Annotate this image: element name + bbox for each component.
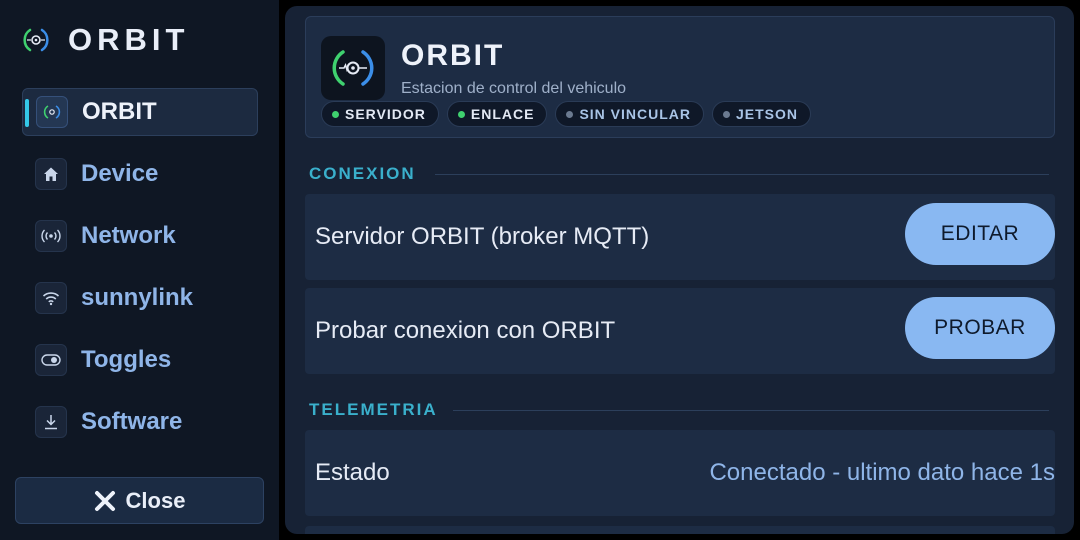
orbit-logo-icon bbox=[332, 50, 374, 86]
setting-label: Probar conexion con ORBIT bbox=[315, 317, 616, 344]
page-title: ORBIT bbox=[401, 39, 505, 72]
close-icon bbox=[94, 490, 116, 512]
orbit-icon bbox=[36, 96, 68, 128]
wifi-icon bbox=[35, 282, 67, 314]
main-panel: ORBIT Estacion de control del vehiculo S… bbox=[285, 6, 1074, 534]
setting-row-partial bbox=[305, 526, 1055, 534]
close-button[interactable]: Close bbox=[15, 477, 264, 524]
section-title-telemetria: TELEMETRIA bbox=[309, 400, 438, 419]
section-divider bbox=[453, 410, 1049, 411]
status-badge-jetson: JETSON bbox=[712, 101, 812, 127]
home-icon bbox=[35, 158, 67, 190]
status-badge-label: SIN VINCULAR bbox=[579, 106, 691, 122]
section-divider bbox=[435, 174, 1049, 175]
status-badge-label: ENLACE bbox=[470, 106, 535, 122]
toggle-icon bbox=[35, 344, 67, 376]
setting-row-estado: Estado Conectado - ultimo dato hace 1s bbox=[305, 430, 1055, 516]
status-dot bbox=[723, 110, 730, 118]
active-indicator bbox=[25, 99, 29, 127]
sidebar-item-label: sunnylink bbox=[81, 284, 194, 311]
sidebar-item-label: ORBIT bbox=[82, 98, 157, 125]
sidebar-item-label: Device bbox=[81, 160, 159, 187]
orbit-logo-icon bbox=[23, 28, 49, 52]
setting-label: Estado bbox=[315, 459, 390, 486]
sidebar-item-sunnylink[interactable]: sunnylink bbox=[22, 274, 258, 322]
page-subtitle: Estacion de control del vehiculo bbox=[401, 80, 627, 97]
app-icon bbox=[321, 36, 385, 100]
test-connection-button[interactable]: PROBAR bbox=[905, 297, 1055, 359]
status-chips: SERVIDOR ENLACE SIN VINCULAR JETSON bbox=[321, 101, 819, 127]
sidebar: ORBIT ORBIT Device Network sunnylink Tog… bbox=[0, 0, 279, 540]
setting-label: Servidor ORBIT (broker MQTT) bbox=[315, 223, 650, 250]
status-badge-label: JETSON bbox=[736, 106, 799, 122]
status-badge-sin-vincular: SIN VINCULAR bbox=[555, 101, 704, 127]
broadcast-icon bbox=[35, 220, 67, 252]
section-title-conexion: CONEXION bbox=[309, 164, 416, 183]
setting-row-probar: Probar conexion con ORBIT PROBAR bbox=[305, 288, 1055, 374]
setting-row-servidor: Servidor ORBIT (broker MQTT) EDITAR bbox=[305, 194, 1055, 280]
status-badge-servidor: SERVIDOR bbox=[321, 101, 439, 127]
status-value: Conectado - ultimo dato hace 1s bbox=[709, 459, 1055, 486]
status-badge-enlace: ENLACE bbox=[446, 101, 548, 127]
status-dot bbox=[566, 110, 574, 118]
sidebar-item-network[interactable]: Network bbox=[22, 212, 258, 260]
header-card: ORBIT Estacion de control del vehiculo S… bbox=[305, 16, 1055, 138]
sidebar-item-label: Toggles bbox=[81, 346, 172, 373]
sidebar-item-software[interactable]: Software bbox=[22, 398, 258, 446]
status-dot bbox=[332, 110, 339, 118]
status-badge-label: SERVIDOR bbox=[345, 106, 426, 122]
sidebar-item-label: Software bbox=[81, 408, 183, 435]
download-icon bbox=[35, 406, 67, 438]
sidebar-item-toggles[interactable]: Toggles bbox=[22, 336, 258, 384]
close-label: Close bbox=[125, 487, 186, 513]
sidebar-item-label: Network bbox=[81, 222, 176, 249]
brand: ORBIT bbox=[21, 22, 189, 58]
sidebar-item-device[interactable]: Device bbox=[22, 150, 258, 198]
brand-title: ORBIT bbox=[68, 22, 190, 57]
edit-button[interactable]: EDITAR bbox=[905, 203, 1055, 265]
sidebar-item-orbit[interactable]: ORBIT bbox=[22, 88, 258, 136]
status-dot bbox=[457, 110, 465, 118]
